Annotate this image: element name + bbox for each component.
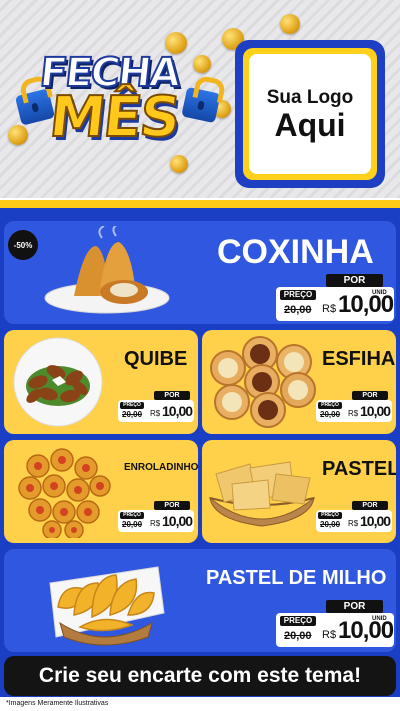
price-box: PREÇO 20,00 R$ 10,00 UNID bbox=[276, 287, 394, 321]
old-price: 20,00 bbox=[122, 410, 143, 419]
price-box: PREÇO 20,00 R$ 10,00 bbox=[316, 400, 392, 422]
old-price: 20,00 bbox=[284, 630, 312, 642]
product-name: PASTEL DE MILHO bbox=[206, 567, 387, 589]
preco-label: PREÇO bbox=[120, 402, 144, 409]
logo-placeholder: Sua Logo Aqui bbox=[235, 40, 385, 188]
cta-banner[interactable]: Crie seu encarte com este tema! bbox=[4, 656, 396, 696]
old-price: 20,00 bbox=[320, 520, 341, 529]
pastel-de-milho-image bbox=[49, 566, 165, 646]
current-price: 10,00 bbox=[360, 403, 391, 419]
price-box: PREÇO 20,00 R$ 10,00 UNID bbox=[276, 613, 394, 647]
preco-label: PREÇO bbox=[280, 290, 316, 300]
lock-icon bbox=[181, 86, 221, 124]
currency-symbol: R$ bbox=[150, 409, 161, 418]
product-name: PASTEL bbox=[322, 458, 396, 480]
price-box: PREÇO 20,00 R$ 10,00 bbox=[118, 400, 194, 422]
product-name: COXINHA bbox=[217, 233, 374, 271]
coin-icon bbox=[170, 155, 188, 173]
product-name: ENROLADINHO bbox=[124, 462, 198, 473]
esfiha-image bbox=[210, 336, 316, 428]
currency-symbol: R$ bbox=[348, 519, 359, 528]
por-label: POR bbox=[154, 501, 190, 510]
preco-label: PREÇO bbox=[318, 402, 342, 409]
currency-symbol: R$ bbox=[348, 409, 359, 418]
preco-label: PREÇO bbox=[120, 512, 144, 519]
header-banner: FECHA MÊS Sua Logo Aqui bbox=[0, 0, 400, 205]
unit-label: UNID bbox=[372, 290, 387, 296]
product-card-quibe[interactable]: QUIBE POR PREÇO 20,00 R$ 10,00 bbox=[4, 330, 198, 434]
coin-icon bbox=[8, 125, 28, 145]
por-label: POR bbox=[326, 274, 383, 287]
old-price: 20,00 bbox=[320, 410, 341, 419]
currency-symbol: R$ bbox=[322, 629, 337, 641]
currency-symbol: R$ bbox=[150, 519, 161, 528]
disclaimer: *Imagens Meramente Ilustrativas bbox=[0, 697, 400, 711]
product-name: QUIBE bbox=[124, 348, 188, 370]
old-price: 20,00 bbox=[122, 520, 143, 529]
product-card-pastel[interactable]: PASTEL POR PREÇO 20,00 R$ 10,00 bbox=[202, 440, 396, 543]
unit-label: UNID bbox=[372, 616, 387, 622]
logo-text-line2: Aqui bbox=[274, 107, 346, 143]
product-card-esfiha[interactable]: ESFIHA POR PREÇO 20,00 R$ 10,00 bbox=[202, 330, 396, 434]
logo-text-line1: Sua Logo bbox=[266, 87, 354, 108]
product-card-enroladinho[interactable]: ENROLADINHO POR PREÇO 20,00 R$ 10,00 bbox=[4, 440, 198, 543]
old-price: 20,00 bbox=[284, 304, 312, 316]
currency-symbol: R$ bbox=[322, 303, 337, 315]
price-box: PREÇO 20,00 R$ 10,00 bbox=[118, 510, 194, 532]
preco-label: PREÇO bbox=[318, 512, 342, 519]
promo-title-bottom: MÊS bbox=[46, 84, 183, 151]
por-label: POR bbox=[352, 391, 388, 400]
por-label: POR bbox=[352, 501, 388, 510]
current-price: 10,00 bbox=[162, 513, 193, 529]
discount-badge: -50% bbox=[8, 230, 38, 260]
coin-icon bbox=[193, 55, 211, 73]
product-name: ESFIHA bbox=[322, 348, 396, 370]
price-box: PREÇO 20,00 R$ 10,00 bbox=[316, 510, 392, 532]
pastel-image bbox=[209, 461, 315, 527]
por-label: POR bbox=[326, 600, 383, 613]
preco-label: PREÇO bbox=[280, 616, 316, 626]
enroladinho-image bbox=[18, 448, 111, 538]
por-label: POR bbox=[154, 391, 190, 400]
current-price: 10,00 bbox=[360, 513, 391, 529]
product-card-pastel-de-milho[interactable]: PASTEL DE MILHO POR PREÇO 20,00 R$ 10,00… bbox=[4, 549, 396, 652]
coin-icon bbox=[280, 14, 300, 34]
quibe-image bbox=[13, 337, 103, 427]
coxinha-image bbox=[44, 226, 170, 314]
product-card-coxinha[interactable]: COXINHA POR PREÇO 20,00 R$ 10,00 UNID bbox=[4, 221, 396, 324]
current-price: 10,00 bbox=[162, 403, 193, 419]
header-divider bbox=[0, 198, 400, 208]
